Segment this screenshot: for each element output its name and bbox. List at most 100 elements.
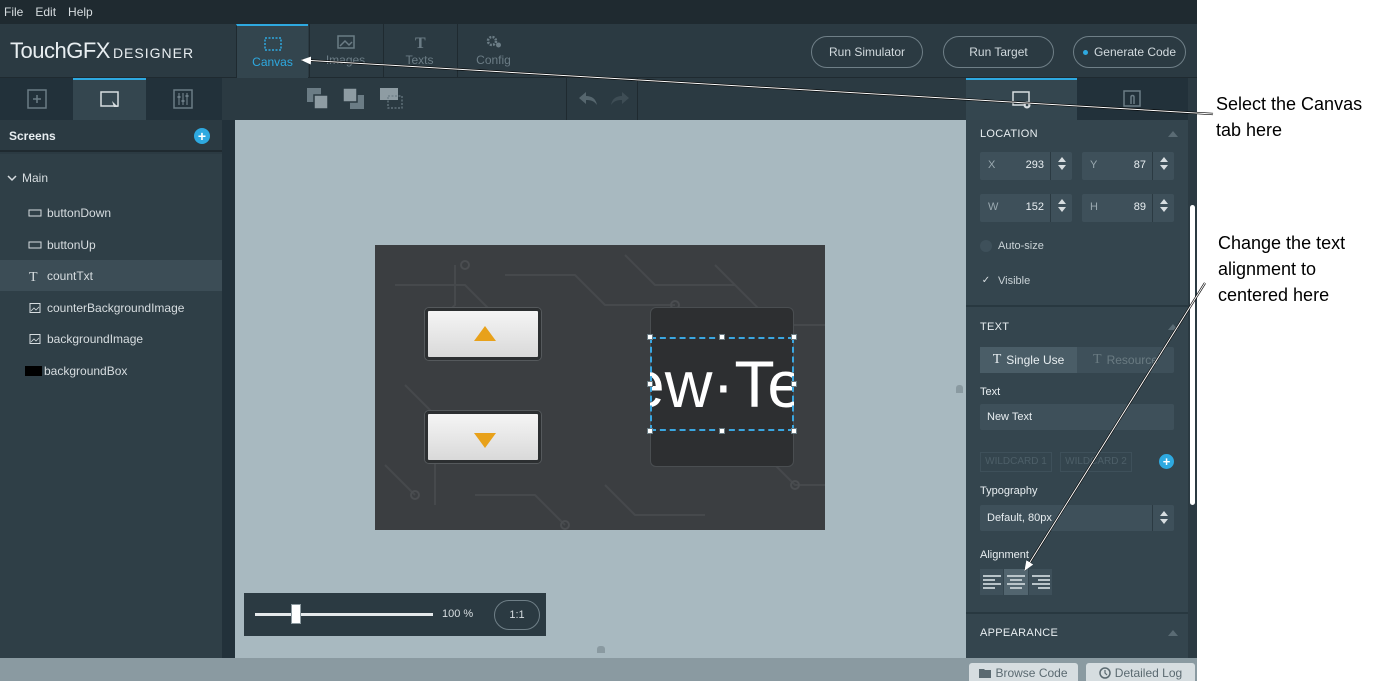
tab-properties[interactable] [966, 78, 1077, 120]
list-item-selected[interactable]: T countTxt [0, 260, 222, 291]
wildcard-1-button[interactable]: WILDCARD 1 [980, 452, 1052, 472]
zoom-slider-track[interactable] [255, 613, 433, 616]
list-item[interactable]: counterBackgroundImage [0, 292, 222, 323]
x-field[interactable]: X 293 [980, 152, 1072, 180]
screens-title: Screens [9, 129, 56, 143]
add-screen-button[interactable]: + [194, 128, 210, 144]
visible-checkbox[interactable]: ✓ Visible [980, 275, 1030, 287]
y-stepper[interactable] [1152, 152, 1174, 180]
run-simulator-button[interactable]: Run Simulator [811, 36, 923, 68]
logo-main: TouchGFX [10, 38, 110, 63]
h-stepper[interactable] [1152, 194, 1174, 222]
text-input[interactable]: New Text [980, 404, 1174, 430]
align-center-button[interactable] [1004, 569, 1028, 595]
resize-handle[interactable] [647, 381, 653, 387]
bottom-handle[interactable] [597, 646, 605, 653]
side-handle[interactable] [956, 385, 963, 393]
menu-help[interactable]: Help [68, 5, 93, 19]
screen-preview[interactable]: ew·Te [375, 245, 825, 530]
tab-images[interactable]: Images [309, 24, 381, 78]
collapse-icon[interactable] [1168, 324, 1178, 330]
tab-add-widget[interactable] [0, 78, 73, 120]
resize-handle[interactable] [647, 334, 653, 340]
stepper-down-icon [1057, 165, 1066, 170]
text-icon: T [992, 352, 1002, 367]
annotation-line: tab here [1216, 120, 1283, 140]
resize-handle[interactable] [719, 428, 725, 434]
tab-interactions[interactable] [146, 78, 219, 120]
tab-config-label: Config [476, 53, 511, 67]
w-field[interactable]: W 152 [980, 194, 1072, 222]
annotation-canvas-note: Select the Canvas tab here [1216, 91, 1362, 143]
h-field[interactable]: H 89 [1082, 194, 1174, 222]
wildcard-2-button[interactable]: WILDCARD 2 [1060, 452, 1132, 472]
collapse-icon[interactable] [1168, 630, 1178, 636]
scrollbar-thumb[interactable] [1190, 205, 1195, 505]
canvas-icon [263, 37, 282, 51]
single-use-option[interactable]: T Single Use [980, 347, 1077, 373]
w-stepper[interactable] [1050, 194, 1072, 222]
send-backward-icon[interactable] [341, 86, 367, 112]
panel-splitter[interactable] [222, 120, 235, 658]
tab-screens[interactable] [73, 78, 146, 120]
resize-handle[interactable] [791, 381, 797, 387]
autosize-checkbox[interactable]: Auto-size [980, 240, 1044, 252]
collapse-icon[interactable] [1168, 131, 1178, 137]
menu-file[interactable]: File [4, 5, 23, 19]
browse-code-label: Browse Code [995, 666, 1068, 680]
box-icon [25, 365, 42, 376]
resize-handle[interactable] [791, 334, 797, 340]
screens-header: Screens + [0, 120, 222, 152]
generate-dot-icon [1082, 49, 1088, 55]
log-icon [1099, 667, 1111, 679]
tab-interactions-panel[interactable] [1077, 78, 1188, 120]
autosize-label: Auto-size [998, 240, 1044, 252]
align-left-button[interactable] [980, 569, 1004, 595]
selection-box[interactable] [650, 337, 794, 431]
redo-icon[interactable] [609, 90, 631, 108]
tab-canvas[interactable]: Canvas [236, 24, 308, 78]
button-icon [28, 209, 42, 216]
detailed-log-button[interactable]: Detailed Log [1086, 663, 1195, 681]
undo-icon[interactable] [577, 90, 599, 108]
list-item-label: backgroundBox [44, 363, 128, 378]
browse-code-button[interactable]: Browse Code [969, 663, 1078, 681]
zoom-slider-handle[interactable] [290, 604, 301, 624]
status-bar: Browse Code Detailed Log [0, 658, 1197, 681]
resize-handle[interactable] [791, 428, 797, 434]
stepper-down-icon [1159, 165, 1168, 170]
list-item-label: backgroundImage [47, 331, 144, 346]
button-up[interactable] [425, 308, 541, 360]
resource-option[interactable]: T Resource [1077, 347, 1174, 373]
list-item[interactable]: backgroundBox [0, 355, 222, 386]
tree-root-main[interactable]: Main [0, 162, 222, 193]
run-target-button[interactable]: Run Target [943, 36, 1054, 68]
button-down[interactable] [425, 411, 541, 463]
tab-texts[interactable]: T Texts [383, 24, 455, 78]
button-icon [28, 241, 42, 248]
chevron-up-icon [1159, 511, 1168, 516]
zoom-percent: 100 % [442, 608, 474, 620]
typography-select[interactable]: Default, 80px [980, 505, 1174, 531]
list-item[interactable]: buttonDown [0, 197, 222, 228]
resize-handle[interactable] [719, 334, 725, 340]
header: TouchGFX DESIGNER Canvas Images T Texts C… [0, 24, 1197, 78]
tab-config[interactable]: Config [457, 24, 529, 78]
x-label: X [988, 159, 996, 171]
properties-scrollbar[interactable] [1188, 120, 1197, 658]
generate-code-button[interactable]: Generate Code [1073, 36, 1186, 68]
zoom-reset-button[interactable]: 1:1 [494, 600, 540, 630]
add-wildcard-button[interactable]: + [1159, 454, 1174, 469]
x-stepper[interactable] [1050, 152, 1072, 180]
y-field[interactable]: Y 87 [1082, 152, 1174, 180]
alignment-group [980, 569, 1053, 595]
list-item[interactable]: backgroundImage [0, 323, 222, 354]
bring-forward-icon[interactable] [305, 86, 331, 112]
menu-edit[interactable]: Edit [35, 5, 56, 19]
x-value: 293 [1025, 159, 1044, 171]
canvas-area[interactable]: ew·Te 100 % 1:1 [235, 120, 966, 658]
resize-handle[interactable] [647, 428, 653, 434]
align-icon[interactable] [378, 86, 408, 112]
list-item[interactable]: buttonUp [0, 229, 222, 260]
align-right-button[interactable] [1028, 569, 1052, 595]
